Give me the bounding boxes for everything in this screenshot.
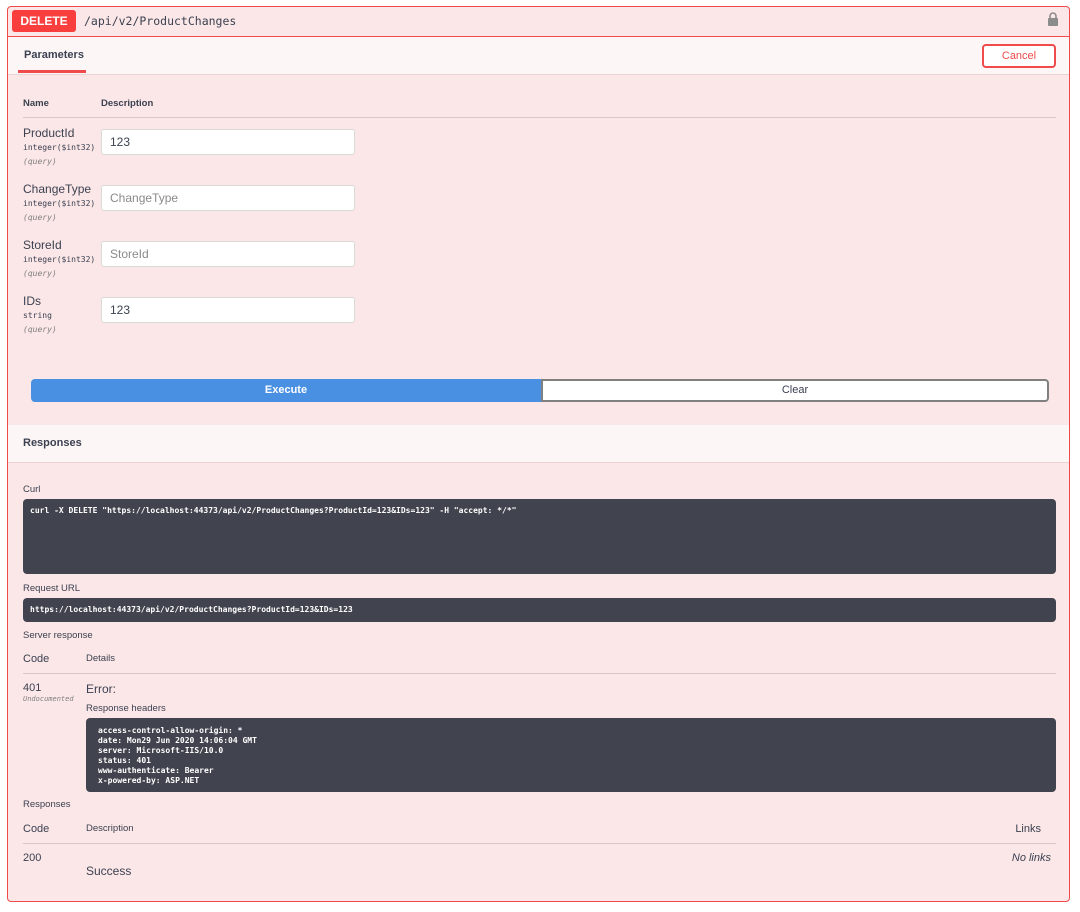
documented-responses-title: Responses [23, 799, 71, 810]
response-code: 200 [23, 852, 42, 864]
column-header-code: Code [23, 823, 50, 835]
ids-input[interactable] [101, 297, 355, 323]
error-label: Error: [86, 682, 116, 696]
response-links: No links [1011, 852, 1051, 864]
changetype-input[interactable] [101, 185, 355, 211]
storeid-input[interactable] [101, 241, 355, 267]
column-header-name: Name [23, 98, 49, 109]
productid-input[interactable] [101, 129, 355, 155]
param-location: (query) [23, 157, 57, 166]
response-headers-label: Response headers [86, 703, 166, 714]
param-name: ChangeType [23, 182, 92, 196]
response-code-note: Undocumented [23, 695, 74, 703]
operation-summary[interactable]: DELETE /api/v2/ProductChanges [8, 7, 1069, 37]
param-name: IDs [23, 294, 41, 308]
param-type: integer($int32) [23, 199, 96, 208]
column-header-details: Details [86, 653, 116, 664]
param-location: (query) [23, 269, 57, 278]
parameters-tabbar: Parameters Cancel [8, 37, 1069, 75]
curl-label: Curl [23, 484, 41, 495]
param-location: (query) [23, 213, 57, 222]
operation-block: DELETE /api/v2/ProductChanges Parameters… [7, 6, 1070, 902]
param-name: StoreId [23, 238, 62, 252]
param-location: (query) [23, 325, 57, 334]
tab-parameters[interactable]: Parameters [24, 49, 84, 61]
divider [23, 843, 1056, 844]
cancel-button[interactable]: Cancel [982, 44, 1056, 68]
responses-title: Responses [23, 437, 82, 449]
param-name: ProductId [23, 126, 75, 140]
column-header-description: Description [101, 98, 154, 109]
column-header-description: Description [86, 823, 134, 834]
response-status-code: 401 [23, 682, 42, 694]
curl-command[interactable]: curl -X DELETE "https://localhost:44373/… [23, 499, 1056, 574]
execute-wrapper: Execute Clear [31, 379, 1049, 402]
responses-header: Responses [8, 425, 1069, 463]
execute-button[interactable]: Execute [31, 379, 541, 402]
param-type: integer($int32) [23, 255, 96, 264]
request-url[interactable]: https://localhost:44373/api/v2/ProductCh… [23, 598, 1056, 622]
param-type: string [23, 311, 52, 320]
response-description: Success [86, 864, 132, 878]
method-badge: DELETE [12, 10, 76, 32]
divider [23, 117, 1056, 118]
lock-icon[interactable] [1047, 12, 1059, 32]
column-header-links: Links [1015, 823, 1041, 835]
tab-active-indicator [18, 70, 86, 73]
divider [23, 673, 1056, 674]
request-url-label: Request URL [23, 583, 81, 594]
column-header-code: Code [23, 653, 50, 665]
operation-path: /api/v2/ProductChanges [84, 14, 237, 28]
server-response-label: Server response [23, 630, 93, 641]
response-headers[interactable]: access-control-allow-origin: * date: Mon… [86, 718, 1056, 792]
param-type: integer($int32) [23, 143, 96, 152]
clear-button[interactable]: Clear [541, 379, 1049, 402]
